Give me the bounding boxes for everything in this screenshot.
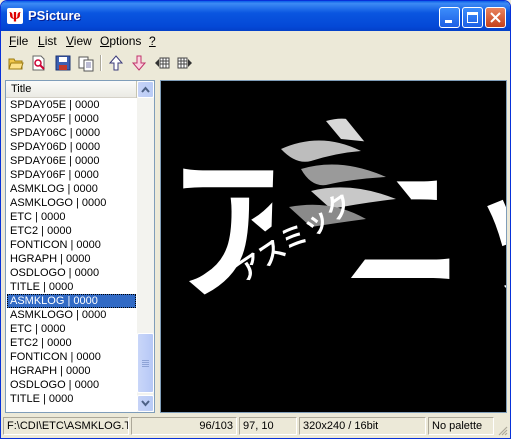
window-title: PSicture bbox=[28, 8, 81, 23]
preview-image: アニック アスミック bbox=[167, 103, 506, 324]
menu-options[interactable]: Options bbox=[100, 34, 141, 48]
list-item[interactable]: SPDAY05F | 0000 bbox=[7, 112, 136, 126]
column-header-title[interactable]: Title bbox=[6, 81, 136, 98]
app-icon: ψ bbox=[7, 8, 23, 24]
status-bar: F:\CDI\ETC\ASMKLOG.TI 96/103 97, 10 320x… bbox=[1, 415, 510, 438]
title-list[interactable]: Title SPDAY05E | 0000 SPDAY05F | 0000 SPDA… bbox=[5, 80, 155, 413]
list-item[interactable]: ASMKLOGO | 0000 bbox=[7, 308, 136, 322]
list-item[interactable]: OSDLOGO | 0000 bbox=[7, 266, 136, 280]
list-item[interactable]: FONTICON | 0000 bbox=[7, 350, 136, 364]
minimize-button[interactable] bbox=[439, 7, 460, 28]
scroll-thumb[interactable] bbox=[137, 333, 154, 393]
minimize-icon bbox=[445, 20, 452, 23]
list-item[interactable]: ETC | 0000 bbox=[7, 322, 136, 336]
maximize-icon bbox=[467, 12, 478, 23]
list-item[interactable]: SPDAY06F | 0000 bbox=[7, 168, 136, 182]
menu-list[interactable]: List bbox=[38, 34, 57, 48]
next-frame-icon[interactable] bbox=[176, 54, 194, 72]
copy-icon[interactable] bbox=[77, 54, 95, 72]
list-item[interactable]: SPDAY06C | 0000 bbox=[7, 126, 136, 140]
find-file-icon[interactable] bbox=[30, 54, 48, 72]
chevron-up-icon bbox=[141, 86, 150, 93]
list-item[interactable]: SPDAY06E | 0000 bbox=[7, 154, 136, 168]
status-palette: No palette bbox=[428, 417, 494, 435]
vertical-scrollbar[interactable] bbox=[137, 81, 154, 412]
list-item[interactable]: HGRAPH | 0000 bbox=[7, 364, 136, 378]
list-item[interactable]: TITLE | 0000 bbox=[7, 392, 136, 406]
arrow-up-icon[interactable] bbox=[107, 54, 125, 72]
toolbar bbox=[1, 50, 510, 76]
list-item[interactable]: ETC2 | 0000 bbox=[7, 224, 136, 238]
list-item[interactable]: HGRAPH | 0000 bbox=[7, 252, 136, 266]
list-item[interactable]: ETC2 | 0000 bbox=[7, 336, 136, 350]
close-icon bbox=[490, 12, 501, 23]
list-item[interactable]: ASMKLOG | 0000 bbox=[7, 294, 136, 308]
app-window: ψ PSicture File List View Options ? Titl… bbox=[0, 0, 511, 439]
list-rows: SPDAY05E | 0000 SPDAY05F | 0000 SPDAY06C |… bbox=[7, 98, 136, 412]
list-item[interactable]: SPDAY06D | 0000 bbox=[7, 140, 136, 154]
list-item[interactable]: ASMKLOG | 0000 bbox=[7, 182, 136, 196]
list-item[interactable]: OSDLOGO | 0000 bbox=[7, 378, 136, 392]
scroll-down-button[interactable] bbox=[137, 395, 154, 412]
save-icon[interactable] bbox=[54, 54, 72, 72]
status-path: F:\CDI\ETC\ASMKLOG.TI bbox=[3, 417, 129, 435]
arrow-down-icon[interactable] bbox=[130, 54, 148, 72]
chevron-down-icon bbox=[141, 400, 150, 407]
status-coords: 97, 10 bbox=[239, 417, 297, 435]
list-item[interactable]: SPDAY05E | 0000 bbox=[7, 98, 136, 112]
list-item[interactable]: ETC | 0000 bbox=[7, 210, 136, 224]
menu-file[interactable]: File bbox=[9, 34, 28, 48]
list-item[interactable]: ASMKLOGO | 0000 bbox=[7, 196, 136, 210]
status-format: 320x240 / 16bit bbox=[299, 417, 426, 435]
menu-bar: File List View Options ? bbox=[1, 31, 510, 50]
menu-view[interactable]: View bbox=[66, 34, 92, 48]
toolbar-separator bbox=[100, 55, 102, 71]
menu-help[interactable]: ? bbox=[149, 34, 156, 48]
title-bar[interactable]: ψ PSicture bbox=[1, 1, 510, 31]
list-item[interactable]: TITLE | 0000 bbox=[7, 280, 136, 294]
close-button[interactable] bbox=[485, 7, 506, 28]
resize-grip-icon[interactable] bbox=[496, 424, 508, 436]
maximize-button[interactable] bbox=[462, 7, 483, 28]
image-preview: アニック アスミック bbox=[160, 80, 507, 413]
status-index: 96/103 bbox=[131, 417, 237, 435]
open-folder-icon[interactable] bbox=[7, 54, 25, 72]
prev-frame-icon[interactable] bbox=[153, 54, 171, 72]
scroll-up-button[interactable] bbox=[137, 81, 154, 98]
list-item[interactable]: FONTICON | 0000 bbox=[7, 238, 136, 252]
